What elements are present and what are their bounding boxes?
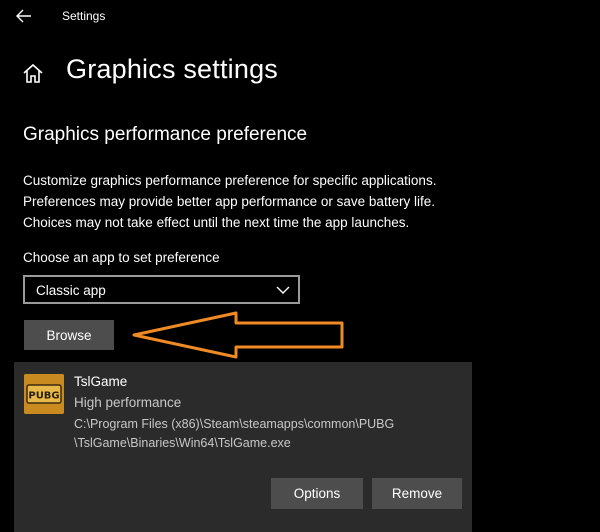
home-icon[interactable]	[22, 62, 44, 84]
description-line: Customize graphics performance preferenc…	[23, 173, 437, 188]
chevron-down-icon	[276, 286, 290, 294]
app-path-line: \TslGame\Binaries\Win64\TslGame.exe	[74, 436, 291, 450]
remove-button[interactable]: Remove	[372, 478, 462, 509]
page-title: Graphics settings	[66, 54, 278, 84]
pubg-logo-text: PUBG	[28, 391, 59, 402]
browse-button[interactable]: Browse	[24, 320, 114, 350]
back-button[interactable]	[12, 6, 36, 26]
app-list-item[interactable]: PUBG TslGame High performance C:\Program…	[14, 362, 472, 532]
app-path-line: C:\Program Files (x86)\Steam\steamapps\c…	[74, 417, 395, 431]
arrow-left-icon	[16, 9, 31, 23]
section-title: Graphics performance preference	[23, 124, 308, 145]
pubg-logo-icon: PUBG	[24, 374, 64, 414]
description-line: Preferences may provide better app perfo…	[23, 194, 435, 209]
app-path: C:\Program Files (x86)\Steam\steamapps\c…	[74, 415, 394, 453]
app-picker-label: Choose an app to set preference	[23, 250, 220, 265]
app-preference: High performance	[74, 395, 182, 410]
section-description: Customize graphics performance preferenc…	[23, 170, 493, 233]
dropdown-selected-value: Classic app	[36, 283, 106, 298]
window-title: Settings	[62, 9, 106, 23]
title-bar: Settings	[0, 0, 600, 34]
description-line: Choices may not take effect until the ne…	[23, 215, 410, 230]
app-name: TslGame	[74, 374, 128, 389]
annotation-arrow-icon	[132, 311, 344, 359]
options-button[interactable]: Options	[271, 478, 363, 509]
pubg-app-icon: PUBG	[24, 374, 64, 414]
settings-window: Settings Graphics settings Graphics perf…	[0, 0, 600, 532]
app-type-dropdown[interactable]: Classic app	[23, 275, 300, 304]
